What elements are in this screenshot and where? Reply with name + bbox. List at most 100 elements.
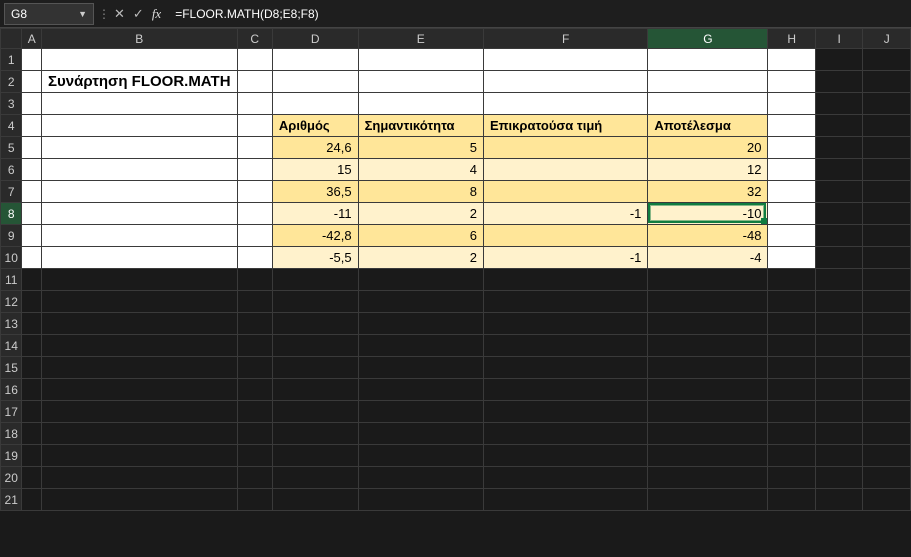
cell[interactable]: -11 <box>272 203 358 225</box>
cell[interactable] <box>648 313 768 335</box>
row-header[interactable]: 13 <box>1 313 22 335</box>
cell[interactable] <box>768 137 816 159</box>
cell[interactable] <box>815 335 863 357</box>
cell[interactable] <box>237 357 272 379</box>
cell[interactable] <box>483 159 647 181</box>
cell[interactable] <box>815 159 863 181</box>
cell[interactable] <box>863 357 911 379</box>
cell[interactable] <box>237 467 272 489</box>
cell[interactable] <box>42 379 237 401</box>
cell[interactable] <box>42 137 237 159</box>
cell[interactable] <box>42 401 237 423</box>
cell[interactable] <box>648 357 768 379</box>
cell[interactable] <box>483 379 647 401</box>
cell[interactable] <box>272 71 358 93</box>
col-header[interactable]: F <box>483 29 647 49</box>
col-header[interactable]: I <box>815 29 863 49</box>
cell[interactable] <box>483 49 647 71</box>
cell[interactable] <box>863 269 911 291</box>
cell[interactable] <box>358 489 483 511</box>
cell[interactable] <box>42 335 237 357</box>
cell[interactable] <box>358 379 483 401</box>
cell[interactable] <box>358 423 483 445</box>
row-header[interactable]: 6 <box>1 159 22 181</box>
cell[interactable] <box>42 269 237 291</box>
cell[interactable] <box>768 203 816 225</box>
formula-input[interactable]: =FLOOR.MATH(D8;E8;F8) <box>167 3 911 25</box>
cell[interactable] <box>22 357 42 379</box>
cell[interactable]: -42,8 <box>272 225 358 247</box>
cell[interactable]: 6 <box>358 225 483 247</box>
cell[interactable] <box>237 313 272 335</box>
cell[interactable] <box>483 71 647 93</box>
cell[interactable]: Επικρατούσα τιμή <box>483 115 647 137</box>
cell[interactable] <box>483 401 647 423</box>
cell[interactable] <box>863 115 911 137</box>
cell[interactable] <box>272 313 358 335</box>
cell[interactable] <box>22 49 42 71</box>
cell[interactable] <box>483 93 647 115</box>
cell[interactable] <box>768 71 816 93</box>
row-header[interactable]: 16 <box>1 379 22 401</box>
cell[interactable] <box>42 445 237 467</box>
cell[interactable]: 8 <box>358 181 483 203</box>
cell[interactable] <box>483 225 647 247</box>
cell[interactable]: 36,5 <box>272 181 358 203</box>
cell[interactable] <box>863 423 911 445</box>
row-header[interactable]: 20 <box>1 467 22 489</box>
cell[interactable] <box>815 225 863 247</box>
row-header[interactable]: 5 <box>1 137 22 159</box>
cell[interactable] <box>648 49 768 71</box>
row-header[interactable]: 10 <box>1 247 22 269</box>
cell[interactable] <box>358 313 483 335</box>
fx-icon[interactable]: fx <box>152 6 161 22</box>
cell[interactable] <box>22 203 42 225</box>
cell[interactable] <box>768 291 816 313</box>
cell[interactable] <box>358 467 483 489</box>
cell[interactable] <box>768 49 816 71</box>
cell[interactable] <box>483 423 647 445</box>
cell[interactable]: -48 <box>648 225 768 247</box>
cell[interactable] <box>768 159 816 181</box>
row-header[interactable]: 21 <box>1 489 22 511</box>
cell[interactable]: 12 <box>648 159 768 181</box>
cell[interactable] <box>648 269 768 291</box>
cell[interactable]: -10 <box>648 203 768 225</box>
cell[interactable] <box>815 137 863 159</box>
cell[interactable] <box>237 401 272 423</box>
cell[interactable] <box>22 379 42 401</box>
row-header[interactable]: 11 <box>1 269 22 291</box>
cell[interactable]: Αριθμός <box>272 115 358 137</box>
row-header[interactable]: 2 <box>1 71 22 93</box>
cell[interactable] <box>22 401 42 423</box>
cell[interactable] <box>22 313 42 335</box>
cell[interactable] <box>22 225 42 247</box>
cell[interactable] <box>272 335 358 357</box>
cell[interactable] <box>237 489 272 511</box>
col-header[interactable]: G <box>648 29 768 49</box>
cell[interactable] <box>863 93 911 115</box>
cell[interactable] <box>42 203 237 225</box>
cell[interactable] <box>237 115 272 137</box>
cell[interactable] <box>483 137 647 159</box>
cell[interactable] <box>22 423 42 445</box>
cell[interactable] <box>815 115 863 137</box>
cell[interactable] <box>648 335 768 357</box>
spreadsheet-grid[interactable]: A B C D E F G H I J 12Συνάρτηση FLOOR.MA… <box>0 28 911 511</box>
cell[interactable] <box>815 467 863 489</box>
cell[interactable]: -5,5 <box>272 247 358 269</box>
cell[interactable] <box>815 445 863 467</box>
chevron-down-icon[interactable]: ▼ <box>78 9 87 19</box>
cell[interactable]: 4 <box>358 159 483 181</box>
cell[interactable] <box>22 115 42 137</box>
cell[interactable]: Αποτέλεσμα <box>648 115 768 137</box>
row-header[interactable]: 17 <box>1 401 22 423</box>
cell[interactable] <box>768 225 816 247</box>
cancel-icon[interactable]: ✕ <box>114 6 125 22</box>
cell[interactable] <box>272 291 358 313</box>
col-header[interactable]: J <box>863 29 911 49</box>
cell[interactable] <box>22 291 42 313</box>
cell[interactable]: 2 <box>358 247 483 269</box>
cell[interactable] <box>237 291 272 313</box>
cell[interactable] <box>272 93 358 115</box>
